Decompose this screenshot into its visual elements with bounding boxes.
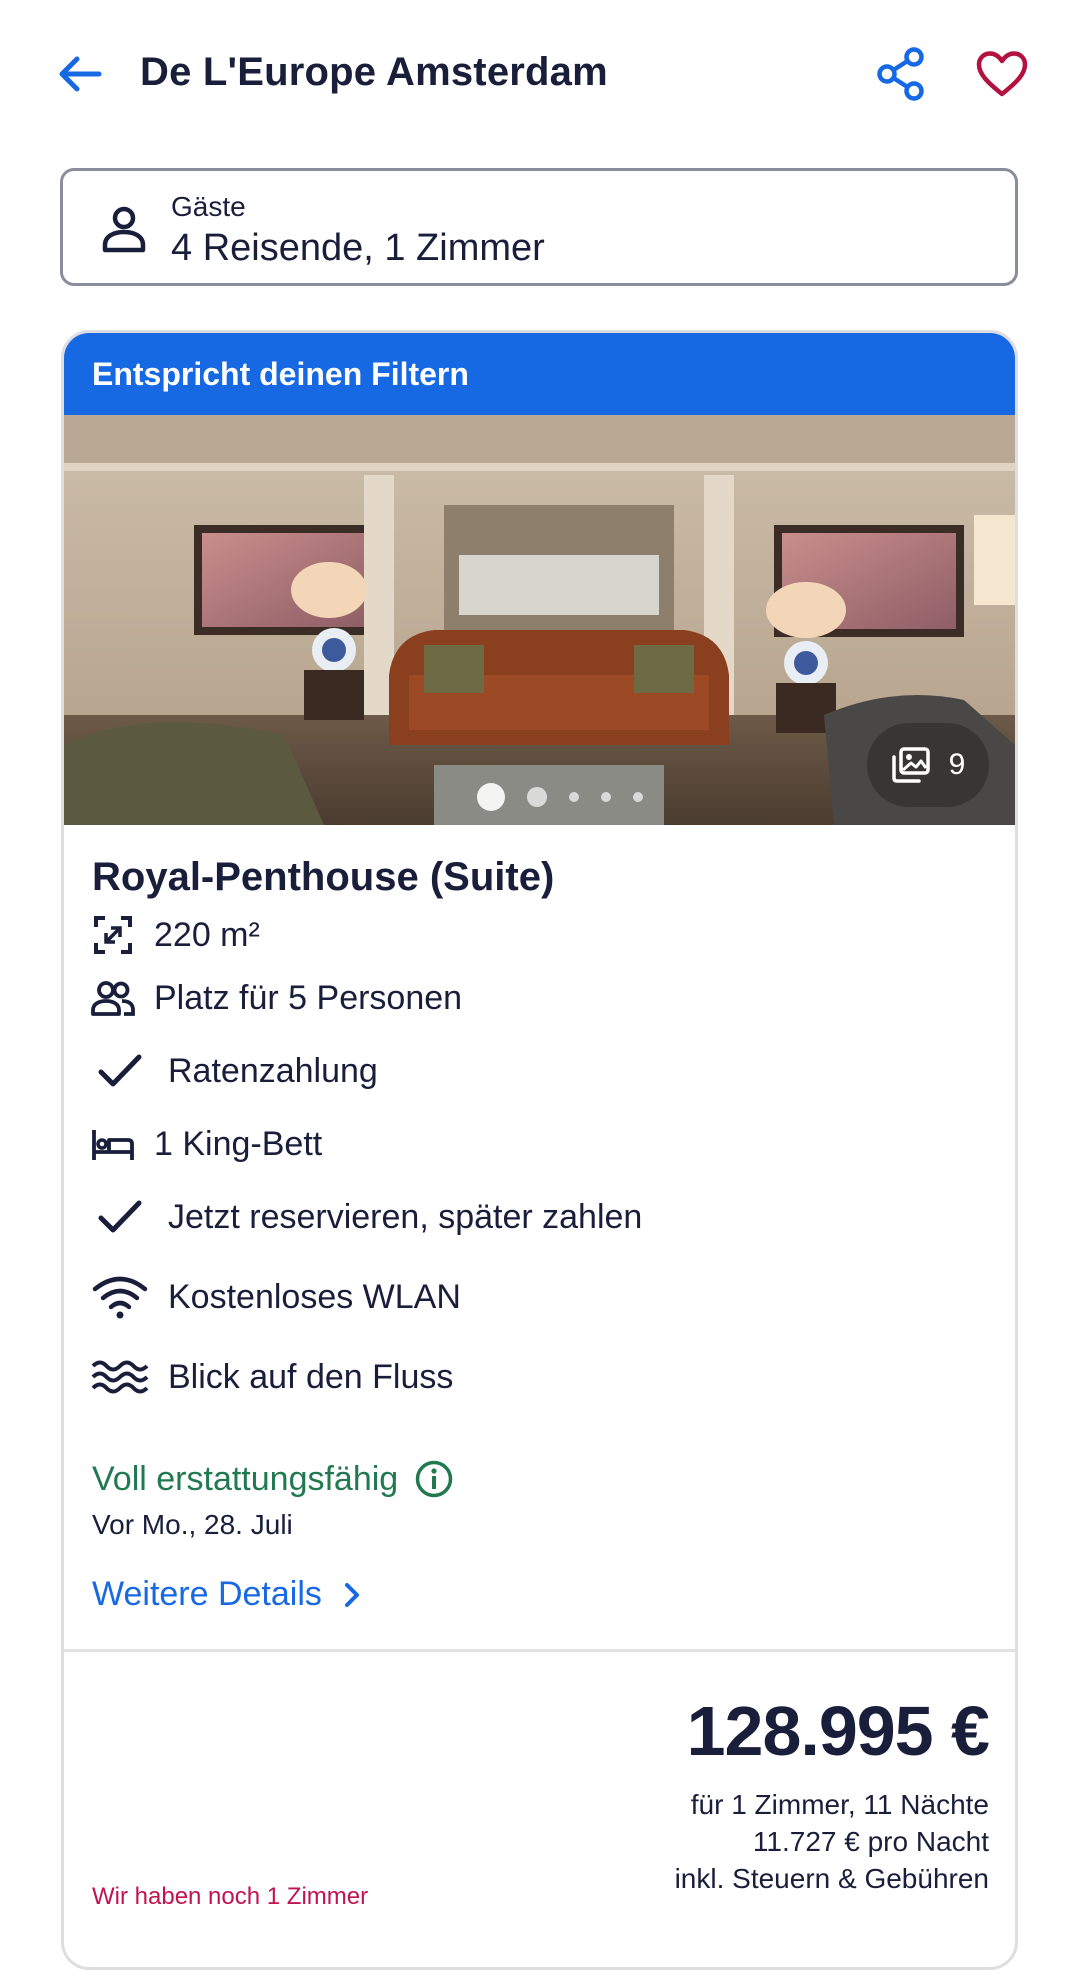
share-icon [877, 47, 924, 101]
divider [64, 1649, 1015, 1652]
carousel-dot[interactable] [526, 787, 547, 807]
feature-view: Blick auf den Fluss [90, 1355, 453, 1399]
refund-deadline: Vor Mo., 28. Juli [92, 1509, 293, 1540]
photo-gallery-button[interactable]: 9 [867, 723, 989, 807]
favorite-button[interactable] [972, 46, 1032, 102]
guests-value: 4 Reisende, 1 Zimmer [171, 227, 545, 269]
feature-text: Kostenloses WLAN [168, 1277, 461, 1316]
more-details-link[interactable]: Weitere Details [92, 1575, 360, 1614]
price-per-night: 11.727 € pro Nacht [752, 1826, 989, 1857]
room-size-icon [94, 916, 132, 954]
feature-capacity: Platz für 5 Personen [90, 976, 462, 1020]
chevron-right-icon [344, 1582, 359, 1607]
photo-count: 9 [948, 748, 966, 781]
total-price: 128.995 € [686, 1692, 990, 1770]
gallery-icon [891, 747, 930, 783]
room-photo-carousel[interactable]: 9 [64, 415, 1015, 825]
heart-icon [976, 51, 1028, 97]
arrow-left-icon [59, 56, 102, 92]
info-icon[interactable] [414, 1459, 454, 1499]
filter-match-banner: Entspricht deinen Filtern [64, 333, 1015, 415]
feature-text: 220 m² [154, 915, 260, 954]
feature-text: Platz für 5 Personen [154, 978, 463, 1017]
price-stay-info: für 1 Zimmer, 11 Nächte [690, 1789, 989, 1820]
feature-wifi: Kostenloses WLAN [90, 1275, 461, 1319]
carousel-dot[interactable] [568, 792, 579, 802]
price-taxes-note: inkl. Steuern & Gebühren [674, 1863, 989, 1894]
feature-text: Blick auf den Fluss [168, 1357, 454, 1396]
feature-text: Jetzt reservieren, später zahlen [168, 1197, 643, 1236]
guests-label: Gäste [171, 191, 246, 222]
page-title: De L'Europe Amsterdam [140, 50, 608, 94]
person-icon [102, 206, 146, 253]
room-name: Royal-Penthouse (Suite) [92, 855, 555, 899]
more-details-label: Weitere Details [92, 1575, 322, 1613]
check-icon [98, 1054, 142, 1087]
room-card: Entspricht deinen Filtern 9 Royal-Pentho… [61, 330, 1018, 1970]
carousel-dot[interactable] [632, 792, 643, 802]
feature-installments: Ratenzahlung [90, 1049, 378, 1093]
check-icon [98, 1200, 142, 1233]
feature-pay-later: Jetzt reservieren, später zahlen [90, 1195, 642, 1239]
guests-field[interactable]: Gäste 4 Reisende, 1 Zimmer [60, 168, 1018, 286]
feature-room-size: 220 m² [90, 913, 260, 957]
refund-label: Voll erstattungsfähig [92, 1459, 399, 1498]
top-app-bar: De L'Europe Amsterdam [0, 0, 1080, 150]
back-button[interactable] [52, 46, 108, 102]
share-button[interactable] [873, 46, 929, 102]
wifi-icon [92, 1276, 148, 1319]
feature-text: 1 King-Bett [154, 1124, 323, 1163]
feature-text: Ratenzahlung [168, 1051, 378, 1090]
feature-bed: 1 King-Bett [90, 1122, 322, 1166]
refund-policy[interactable]: Voll erstattungsfähig [92, 1459, 454, 1499]
availability-note: Wir haben noch 1 Zimmer [92, 1883, 369, 1910]
bed-icon [92, 1130, 134, 1160]
carousel-dot[interactable] [600, 792, 611, 802]
carousel-dot[interactable] [476, 783, 505, 811]
people-icon [91, 981, 135, 1016]
water-icon [91, 1360, 149, 1394]
